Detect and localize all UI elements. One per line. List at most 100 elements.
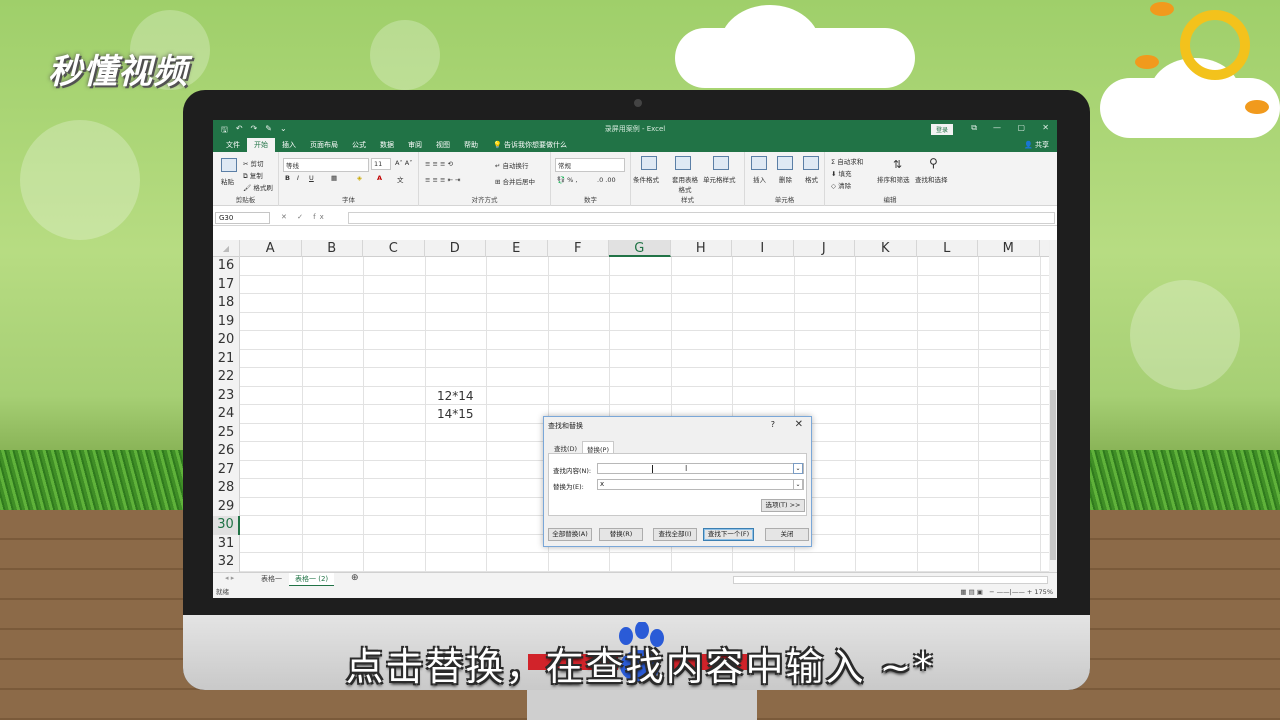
border-icon[interactable]: ▦ xyxy=(331,174,337,182)
delete-cells-button[interactable]: 删除 xyxy=(779,174,792,184)
tab-insert[interactable]: 插入 xyxy=(275,138,303,152)
select-all-corner[interactable]: ◢ xyxy=(213,240,240,257)
row-header-28[interactable]: 28 xyxy=(213,479,240,498)
find-input[interactable]: I ⌄ xyxy=(597,463,804,474)
format-cells-button[interactable]: 格式 xyxy=(805,174,818,184)
align-left-icon[interactable]: ≡ ≡ ≡ ⇤ ⇥ xyxy=(425,176,461,184)
sheet-nav-icon[interactable]: ◂ ▸ xyxy=(219,573,240,583)
tab-home[interactable]: 开始 xyxy=(247,138,275,152)
tab-help[interactable]: 帮助 xyxy=(457,138,485,152)
format-painter-button[interactable]: 🖌 格式刷 xyxy=(243,182,273,192)
share-button[interactable]: 👤 共享 xyxy=(1024,140,1049,150)
table-format-button[interactable]: 套用表格格式 xyxy=(669,174,701,194)
grow-font-icon[interactable]: A˄ A˅ xyxy=(395,159,412,167)
sheet-tab-2[interactable]: 表格一 (2) xyxy=(289,573,335,587)
row-header-30[interactable]: 30 xyxy=(213,516,240,535)
fx-icon[interactable]: ✕ ✓ fx xyxy=(281,213,328,221)
cut-button[interactable]: ✂ 剪切 xyxy=(243,158,264,168)
tab-review[interactable]: 审阅 xyxy=(401,138,429,152)
fill-button[interactable]: ⬇ 填充 xyxy=(831,168,852,178)
italic-button[interactable]: I xyxy=(297,174,299,182)
format-cells-icon[interactable] xyxy=(803,156,819,170)
row-header-16[interactable]: 16 xyxy=(213,257,240,276)
wrap-text-button[interactable]: ↵ 自动换行 xyxy=(495,160,529,170)
column-header-f[interactable]: F xyxy=(548,240,609,257)
merge-center-button[interactable]: ⊞ 合并后居中 xyxy=(495,176,535,186)
tab-view[interactable]: 视图 xyxy=(429,138,457,152)
row-header-24[interactable]: 24 xyxy=(213,405,240,424)
column-header-k[interactable]: K xyxy=(855,240,917,257)
find-next-button[interactable]: 查找下一个(F) xyxy=(703,528,754,541)
column-header-m[interactable]: M xyxy=(978,240,1040,257)
tell-me-search[interactable]: 💡 告诉我你想要做什么 xyxy=(493,140,567,150)
row-header-18[interactable]: 18 xyxy=(213,294,240,313)
row-header-32[interactable]: 32 xyxy=(213,553,240,572)
font-color-icon[interactable]: A xyxy=(377,174,382,182)
close-icon[interactable]: ✕ xyxy=(1042,123,1049,132)
column-header-e[interactable]: E xyxy=(486,240,548,257)
tab-file[interactable]: 文件 xyxy=(219,138,247,152)
dialog-close-icon[interactable]: ✕ xyxy=(795,419,803,430)
clear-button[interactable]: ◇ 清除 xyxy=(831,180,851,190)
row-header-25[interactable]: 25 xyxy=(213,423,240,442)
autosum-button[interactable]: Σ 自动求和 xyxy=(831,156,863,166)
paste-button[interactable]: 粘贴 xyxy=(221,176,234,186)
column-header-d[interactable]: D xyxy=(425,240,486,257)
column-header-l[interactable]: L xyxy=(917,240,978,257)
conditional-format-button[interactable]: 条件格式 xyxy=(633,174,659,184)
font-size-select[interactable]: 11 xyxy=(371,158,391,170)
help-icon[interactable]: ? xyxy=(771,420,775,429)
find-history-dropdown[interactable]: ⌄ xyxy=(793,463,803,474)
column-header-i[interactable]: I xyxy=(732,240,794,257)
cell-d23[interactable]: 12*14 xyxy=(425,387,487,406)
replace-history-dropdown[interactable]: ⌄ xyxy=(793,479,803,490)
ribbon-display-icon[interactable]: ⧉ xyxy=(971,123,977,133)
horizontal-scrollbar[interactable] xyxy=(733,576,1048,584)
add-sheet-icon[interactable]: ⊕ xyxy=(345,572,365,584)
row-header-21[interactable]: 21 xyxy=(213,349,240,368)
replace-button[interactable]: 替换(R) xyxy=(599,528,643,541)
tab-page-layout[interactable]: 页面布局 xyxy=(303,138,345,152)
zoom-control[interactable]: ▦ ▤ ▣ − ——|—— + 175% xyxy=(960,586,1053,598)
find-select-icon[interactable]: ⚲ xyxy=(929,156,938,170)
fill-color-icon[interactable]: ◈ xyxy=(357,174,362,182)
tab-formulas[interactable]: 公式 xyxy=(345,138,373,152)
delete-cells-icon[interactable] xyxy=(777,156,793,170)
currency-icon[interactable]: 💱 % , xyxy=(557,176,577,184)
conditional-format-icon[interactable] xyxy=(641,156,657,170)
sort-filter-icon[interactable]: ⇅ xyxy=(893,158,902,171)
row-header-22[interactable]: 22 xyxy=(213,368,240,387)
cell-d24[interactable]: 14*15 xyxy=(425,405,487,424)
options-button[interactable]: 选项(T) >> xyxy=(761,499,805,512)
row-header-19[interactable]: 19 xyxy=(213,312,240,331)
column-header-b[interactable]: B xyxy=(302,240,363,257)
row-header-27[interactable]: 27 xyxy=(213,460,240,479)
table-format-icon[interactable] xyxy=(675,156,691,170)
align-top-icon[interactable]: ≡ ≡ ≡ ⟲ xyxy=(425,160,453,168)
column-header-h[interactable]: H xyxy=(671,240,732,257)
row-header-29[interactable]: 29 xyxy=(213,497,240,516)
sort-filter-button[interactable]: 排序和筛选 xyxy=(877,174,910,184)
row-header-23[interactable]: 23 xyxy=(213,386,240,405)
maximize-icon[interactable]: ▢ xyxy=(1017,123,1025,132)
vertical-scrollbar[interactable] xyxy=(1049,240,1057,572)
column-header-j[interactable]: J xyxy=(794,240,855,257)
copy-button[interactable]: ⧉ 复制 xyxy=(243,170,263,181)
replace-input[interactable]: x ⌄ xyxy=(597,479,804,490)
phonetic-icon[interactable]: 文 xyxy=(397,174,404,184)
find-all-button[interactable]: 查找全部(I) xyxy=(653,528,697,541)
cell-styles-button[interactable]: 单元格样式 xyxy=(703,174,736,184)
row-header-26[interactable]: 26 xyxy=(213,442,240,461)
minimize-icon[interactable]: — xyxy=(993,123,1001,132)
dialog-close-button[interactable]: 关闭 xyxy=(765,528,809,541)
scroll-thumb[interactable] xyxy=(1050,390,1056,560)
number-format-select[interactable]: 常规 xyxy=(555,158,625,172)
bold-button[interactable]: B xyxy=(285,174,290,182)
row-header-31[interactable]: 31 xyxy=(213,534,240,553)
find-select-button[interactable]: 查找和选择 xyxy=(915,174,948,184)
row-header-17[interactable]: 17 xyxy=(213,275,240,294)
column-header-a[interactable]: A xyxy=(240,240,302,257)
login-button[interactable]: 登录 xyxy=(930,124,953,135)
column-header-g[interactable]: G xyxy=(609,240,671,257)
decimal-icon[interactable]: .0 .00 xyxy=(597,176,616,184)
